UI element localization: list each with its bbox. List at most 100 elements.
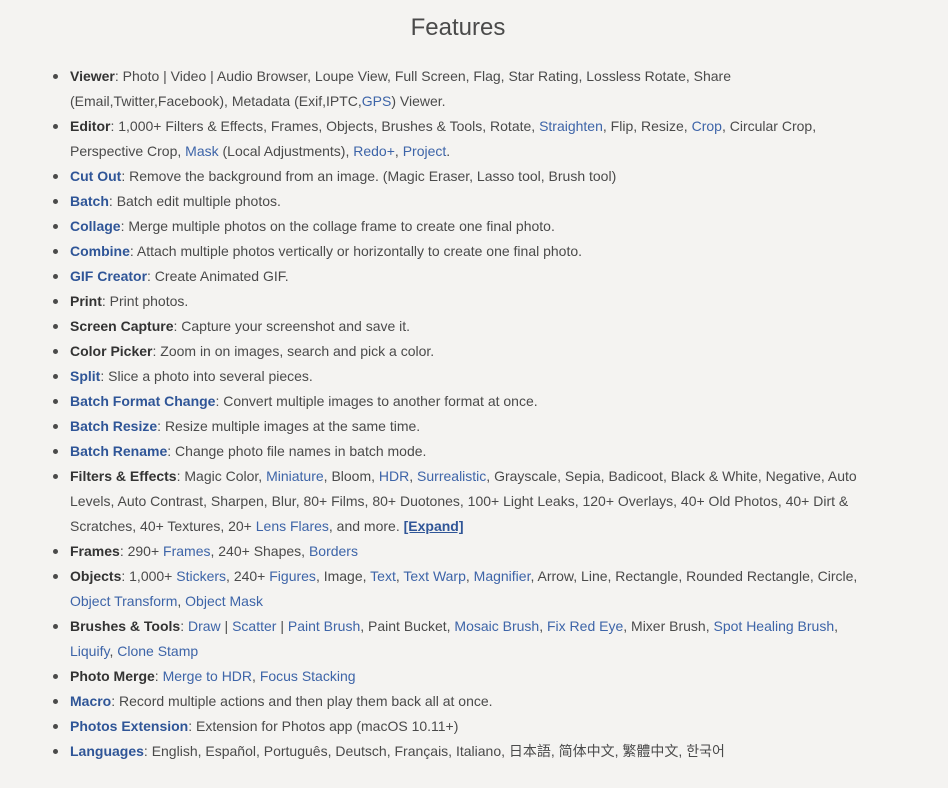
feature-name[interactable]: Collage bbox=[70, 218, 121, 234]
feature-name[interactable]: Split bbox=[70, 368, 100, 384]
feature-name[interactable]: GIF Creator bbox=[70, 268, 147, 284]
feature-item-batch: Batch: Batch edit multiple photos. bbox=[53, 189, 870, 214]
feature-link-mosaic-brush[interactable]: Mosaic Brush bbox=[454, 618, 539, 634]
feature-separator: : bbox=[114, 68, 123, 84]
feature-item-languages: Languages: English, Español, Português, … bbox=[53, 739, 870, 764]
feature-name: Viewer bbox=[70, 68, 115, 84]
page-title: Features bbox=[410, 14, 506, 41]
feature-name[interactable]: Cut Out bbox=[70, 168, 121, 184]
feature-item-cut-out: Cut Out: Remove the background from an i… bbox=[53, 164, 870, 189]
feature-item-color-picker: Color Picker: Zoom in on images, search … bbox=[53, 339, 870, 364]
feature-description: | bbox=[220, 618, 233, 634]
feature-list: Viewer: Photo | Video | Audio Browser, L… bbox=[53, 64, 870, 764]
feature-link-figures[interactable]: Figures bbox=[269, 568, 316, 584]
feature-link-spot-healing-brush[interactable]: Spot Healing Brush bbox=[714, 618, 835, 634]
feature-name[interactable]: Combine bbox=[70, 243, 130, 259]
feature-name: Frames bbox=[70, 543, 120, 559]
feature-description: (Local Adjustments), bbox=[218, 143, 354, 159]
feature-description: Convert multiple images to another forma… bbox=[223, 393, 538, 409]
feature-link-lens-flares[interactable]: Lens Flares bbox=[256, 518, 329, 534]
feature-item-print: Print: Print photos. bbox=[53, 289, 870, 314]
feature-separator: : bbox=[167, 443, 176, 459]
feature-item-gif-creator: GIF Creator: Create Animated GIF. bbox=[53, 264, 870, 289]
feature-item-collage: Collage: Merge multiple photos on the co… bbox=[53, 214, 870, 239]
feature-item-objects: Objects: 1,000+ Stickers, 240+ Figures, … bbox=[53, 564, 870, 614]
feature-description: Change photo file names in batch mode. bbox=[175, 443, 427, 459]
feature-link-merge-to-hdr[interactable]: Merge to HDR bbox=[163, 668, 252, 684]
feature-item-screen-capture: Screen Capture: Capture your screenshot … bbox=[53, 314, 870, 339]
feature-description: , 240+ Shapes, bbox=[210, 543, 309, 559]
feature-item-macro: Macro: Record multiple actions and then … bbox=[53, 689, 870, 714]
feature-item-photo-merge: Photo Merge: Merge to HDR, Focus Stackin… bbox=[53, 664, 870, 689]
feature-link-hdr[interactable]: HDR bbox=[379, 468, 409, 484]
feature-description: , bbox=[834, 618, 839, 634]
feature-item-split: Split: Slice a photo into several pieces… bbox=[53, 364, 870, 389]
feature-link-crop[interactable]: Crop bbox=[692, 118, 722, 134]
feature-name[interactable]: Batch Resize bbox=[70, 418, 157, 434]
feature-description: 290+ bbox=[127, 543, 164, 559]
feature-separator: : bbox=[121, 168, 130, 184]
feature-description: 1,000+ bbox=[129, 568, 177, 584]
feature-description: Create Animated GIF. bbox=[154, 268, 289, 284]
feature-link-gps[interactable]: GPS bbox=[362, 93, 392, 109]
feature-name[interactable]: Macro bbox=[70, 693, 111, 709]
feature-name[interactable]: Photos Extension bbox=[70, 718, 188, 734]
feature-description: English, Español, Português, Deutsch, Fr… bbox=[151, 743, 725, 759]
feature-name: Filters & Effects bbox=[70, 468, 177, 484]
feature-description: , bbox=[177, 593, 186, 609]
feature-name: Brushes & Tools bbox=[70, 618, 181, 634]
feature-name[interactable]: Batch bbox=[70, 193, 109, 209]
feature-name: Objects bbox=[70, 568, 122, 584]
feature-link-stickers[interactable]: Stickers bbox=[176, 568, 226, 584]
feature-link-mask[interactable]: Mask bbox=[185, 143, 218, 159]
feature-separator: : bbox=[180, 618, 188, 634]
feature-link-redo[interactable]: Redo+ bbox=[353, 143, 395, 159]
feature-link-text-warp[interactable]: Text Warp bbox=[403, 568, 466, 584]
feature-link-clone-stamp[interactable]: Clone Stamp bbox=[117, 643, 198, 659]
feature-description: , Bloom, bbox=[323, 468, 379, 484]
feature-name: Photo Merge bbox=[70, 668, 155, 684]
features-page: Features Viewer: Photo | Video | Audio B… bbox=[0, 0, 948, 788]
feature-description: Attach multiple photos vertically or hor… bbox=[136, 243, 583, 259]
feature-item-editor: Editor: 1,000+ Filters & Effects, Frames… bbox=[53, 114, 870, 164]
feature-item-brushes-tools: Brushes & Tools: Draw | Scatter | Paint … bbox=[53, 614, 870, 664]
feature-link-object-mask[interactable]: Object Mask bbox=[185, 593, 263, 609]
feature-link-object-transform[interactable]: Object Transform bbox=[70, 593, 177, 609]
feature-separator: : bbox=[108, 193, 117, 209]
feature-link-liquify[interactable]: Liquify bbox=[70, 643, 109, 659]
feature-link-magnifier[interactable]: Magnifier bbox=[474, 568, 531, 584]
feature-separator: : bbox=[100, 368, 109, 384]
feature-name: Editor bbox=[70, 118, 111, 134]
feature-item-batch-rename: Batch Rename: Change photo file names in… bbox=[53, 439, 870, 464]
feature-item-frames: Frames: 290+ Frames, 240+ Shapes, Border… bbox=[53, 539, 870, 564]
feature-item-combine: Combine: Attach multiple photos vertical… bbox=[53, 239, 870, 264]
feature-separator: : bbox=[101, 293, 110, 309]
feature-link-borders[interactable]: Borders bbox=[309, 543, 358, 559]
feature-link-miniature[interactable]: Miniature bbox=[266, 468, 324, 484]
feature-name[interactable]: Languages bbox=[70, 743, 144, 759]
feature-description: , bbox=[539, 618, 547, 634]
feature-link-text[interactable]: Text bbox=[370, 568, 396, 584]
feature-item-viewer: Viewer: Photo | Video | Audio Browser, L… bbox=[53, 64, 870, 114]
expand-link[interactable]: [Expand] bbox=[404, 518, 464, 534]
feature-item-batch-resize: Batch Resize: Resize multiple images at … bbox=[53, 414, 870, 439]
feature-description: , Paint Bucket, bbox=[360, 618, 455, 634]
feature-link-straighten[interactable]: Straighten bbox=[539, 118, 603, 134]
feature-link-project[interactable]: Project bbox=[403, 143, 447, 159]
feature-link-draw[interactable]: Draw bbox=[188, 618, 221, 634]
feature-name[interactable]: Batch Rename bbox=[70, 443, 167, 459]
feature-link-fix-red-eye[interactable]: Fix Red Eye bbox=[547, 618, 623, 634]
feature-description: Merge multiple photos on the collage fra… bbox=[128, 218, 555, 234]
feature-link-frames[interactable]: Frames bbox=[163, 543, 210, 559]
feature-link-surrealistic[interactable]: Surrealistic bbox=[417, 468, 486, 484]
feature-item-photos-extension: Photos Extension: Extension for Photos a… bbox=[53, 714, 870, 739]
feature-link-paint-brush[interactable]: Paint Brush bbox=[288, 618, 360, 634]
feature-separator: : bbox=[111, 693, 120, 709]
feature-link-scatter[interactable]: Scatter bbox=[232, 618, 276, 634]
feature-name[interactable]: Batch Format Change bbox=[70, 393, 215, 409]
feature-description: , bbox=[394, 143, 403, 159]
feature-link-focus-stacking[interactable]: Focus Stacking bbox=[260, 668, 356, 684]
feature-description: . bbox=[446, 143, 451, 159]
feature-name: Print bbox=[70, 293, 102, 309]
feature-description: , Image, bbox=[315, 568, 371, 584]
